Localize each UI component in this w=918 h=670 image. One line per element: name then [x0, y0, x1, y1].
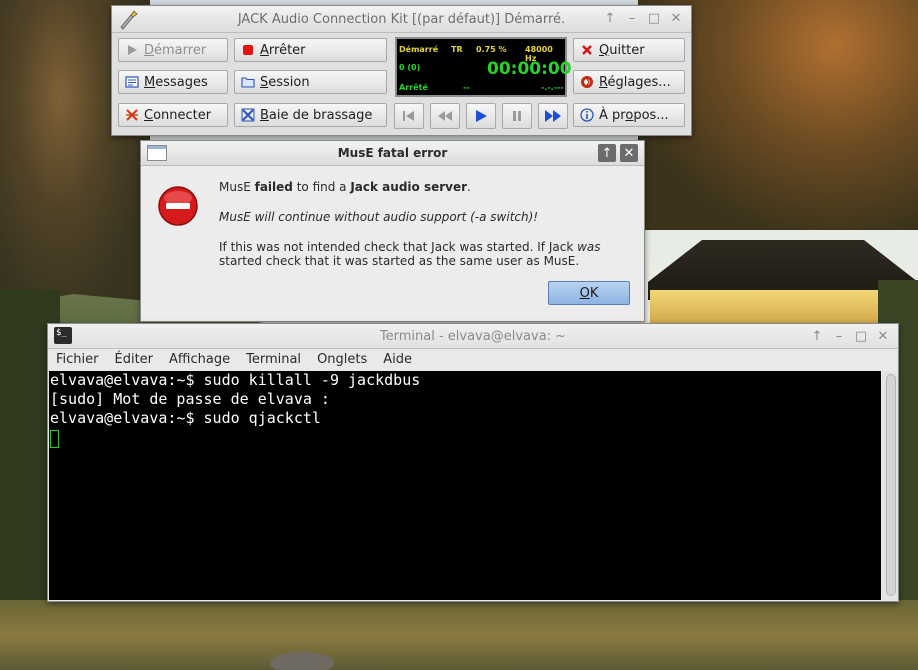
play-icon — [125, 43, 139, 57]
patchbay-icon — [241, 108, 255, 122]
status-display[interactable]: Démarré TR 0.75 % 48000 Hz 0 (0) 00:00:0… — [395, 37, 572, 97]
ok-label-mnemonic: O — [579, 285, 590, 301]
scrollbar-thumb[interactable] — [886, 374, 896, 596]
transport-bbt: -.-.--- — [541, 83, 564, 92]
messages-button[interactable]: Messages — [118, 70, 228, 94]
terminal-titlebar[interactable]: $_ Terminal - elvava@elvava: ~ ↑ – □ ✕ — [48, 324, 898, 349]
connect-button[interactable]: Connecter — [118, 103, 228, 127]
error-message-hint: If this was not intended check that Jack… — [219, 240, 601, 268]
menu-tabs[interactable]: Onglets — [309, 349, 375, 371]
terminal-line: [sudo] Mot de passe de elvava : — [50, 390, 330, 408]
window-close-icon[interactable]: ✕ — [667, 9, 685, 27]
quit-button[interactable]: Quitter — [573, 38, 685, 62]
window-raise-icon[interactable]: ↑ — [598, 144, 616, 162]
settings-label: églages... — [607, 74, 671, 90]
patchbay-label: aie de brassage — [268, 107, 373, 123]
quit-label-mnemonic: Q — [599, 42, 610, 58]
window-raise-icon[interactable]: ↑ — [808, 327, 826, 345]
terminal-cursor — [50, 430, 59, 448]
start-button[interactable]: Démarrer — [118, 38, 228, 62]
connect-label: onnecter — [153, 107, 212, 123]
stop-button[interactable]: Arrêter — [234, 38, 387, 62]
window-close-icon[interactable]: ✕ — [874, 327, 892, 345]
settings-button[interactable]: Réglages... — [573, 70, 685, 94]
start-label: émarrer — [154, 42, 207, 58]
play-button[interactable] — [466, 103, 496, 129]
xrun-count: 0 (0) — [399, 63, 421, 72]
about-label-rest: pos... — [633, 107, 669, 123]
error-icon — [158, 186, 198, 226]
error-message-secondary: MusE will continue without audio support… — [219, 210, 539, 224]
skip-back-icon — [403, 111, 414, 121]
rewind-to-start-button[interactable] — [394, 103, 424, 129]
start-label-mnemonic: D — [144, 42, 155, 58]
menu-edit[interactable]: Éditer — [107, 349, 162, 371]
menu-terminal[interactable]: Terminal — [238, 349, 309, 371]
messages-label-mnemonic: M — [144, 74, 156, 90]
muse-dialog-title: MusE fatal error — [337, 146, 448, 160]
pause-icon — [513, 111, 521, 121]
fast-forward-icon — [545, 110, 561, 122]
terminal-line: elvava@elvava:~$ sudo qjackctl — [50, 409, 321, 427]
stop-label-mnemonic: A — [260, 42, 269, 58]
window-close-icon[interactable]: ✕ — [620, 144, 638, 162]
jack-app-icon — [120, 10, 138, 30]
play-icon — [476, 110, 487, 122]
terminal-title: Terminal - elvava@elvava: ~ — [379, 328, 567, 344]
messages-label: essages — [155, 74, 208, 90]
ok-label: K — [589, 285, 599, 301]
transport-state: Arrêté — [399, 83, 428, 92]
close-icon — [580, 43, 594, 57]
terminal-menubar: Fichier Éditer Affichage Terminal Onglet… — [48, 349, 898, 371]
ok-button[interactable]: OK — [548, 281, 630, 305]
rewind-icon — [438, 111, 452, 121]
muse-error-dialog: MusE fatal error ↑ ✕ MusE failed to find… — [140, 140, 645, 322]
window-raise-icon[interactable]: ↑ — [601, 9, 619, 27]
terminal-screen[interactable]: elvava@elvava:~$ sudo killall -9 jackdbu… — [49, 371, 881, 600]
window-menu-icon[interactable] — [147, 145, 167, 161]
window-minimize-icon[interactable]: – — [830, 327, 848, 345]
forward-button[interactable] — [538, 103, 568, 129]
window-maximize-icon[interactable]: □ — [645, 9, 663, 27]
settings-icon — [580, 75, 594, 89]
about-label: À pr — [599, 107, 626, 123]
transport-tr: TR — [451, 45, 463, 54]
menu-file[interactable]: Fichier — [48, 349, 107, 371]
window-minimize-icon[interactable]: – — [623, 9, 641, 27]
terminal-window: $_ Terminal - elvava@elvava: ~ ↑ – □ ✕ F… — [47, 323, 899, 602]
muse-titlebar[interactable]: MusE fatal error ↑ ✕ — [141, 141, 644, 166]
folder-icon — [241, 75, 255, 89]
jack-window: JACK Audio Connection Kit [(par défaut)]… — [111, 5, 692, 136]
patchbay-button[interactable]: Baie de brassage — [234, 103, 387, 127]
window-maximize-icon[interactable]: □ — [852, 327, 870, 345]
about-button[interactable]: À propos... — [573, 103, 685, 127]
transport-bpm: -- — [463, 83, 470, 92]
quit-label: uitter — [609, 42, 645, 58]
transport-time: 00:00:00 — [487, 59, 572, 79]
messages-icon — [125, 75, 139, 89]
terminal-app-icon: $_ — [54, 327, 72, 344]
patchbay-label-mnemonic: B — [260, 107, 269, 123]
wallpaper-pond — [0, 600, 918, 670]
menu-view[interactable]: Affichage — [161, 349, 238, 371]
error-message-primary: MusE failed to find a Jack audio server. — [219, 180, 471, 194]
server-status: Démarré — [399, 45, 439, 54]
dsp-load: 0.75 % — [476, 45, 507, 54]
rewind-button[interactable] — [430, 103, 460, 129]
terminal-line: elvava@elvava:~$ sudo killall -9 jackdbu… — [50, 371, 421, 389]
connect-label-mnemonic: C — [144, 107, 154, 123]
session-label: ession — [268, 74, 310, 90]
jack-titlebar[interactable]: JACK Audio Connection Kit [(par défaut)]… — [112, 6, 691, 33]
pause-button[interactable] — [502, 103, 532, 129]
stop-label: rrêter — [268, 42, 306, 58]
stop-icon — [241, 43, 255, 57]
session-button[interactable]: Session — [234, 70, 387, 94]
connect-icon — [125, 108, 139, 122]
info-icon — [580, 108, 594, 122]
menu-help[interactable]: Aide — [375, 349, 420, 371]
wallpaper-rock — [270, 652, 334, 670]
